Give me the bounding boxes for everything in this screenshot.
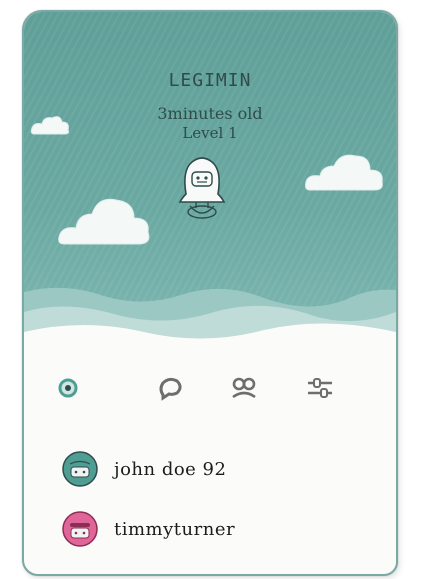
friend-username: john doe 92 xyxy=(114,458,227,480)
avatar-icon xyxy=(62,451,98,487)
friend-row[interactable]: john doe 92 xyxy=(60,448,226,490)
settings-sliders-icon xyxy=(308,378,332,398)
chat-bubble-icon xyxy=(159,377,182,401)
avatar-icon xyxy=(62,511,98,547)
pet-age: 3minutes old xyxy=(157,104,263,123)
pet-level: Level 1 xyxy=(182,124,238,142)
hills-divider xyxy=(24,287,396,362)
home-dot-button[interactable] xyxy=(54,374,82,402)
pet-character-icon[interactable] xyxy=(170,150,234,230)
home-dot-icon xyxy=(58,378,78,398)
group-button[interactable] xyxy=(230,374,258,402)
cloud-large-left xyxy=(58,198,150,245)
settings-button[interactable] xyxy=(306,374,334,402)
cloud-right xyxy=(305,154,383,191)
pet-name: LEGIMIN xyxy=(168,70,252,91)
group-icon xyxy=(232,377,256,399)
friend-row[interactable]: timmyturner xyxy=(60,508,235,550)
friend-username: timmyturner xyxy=(114,518,236,540)
pet-card: LEGIMIN 3minutes old Level 1 john doe 92… xyxy=(22,10,398,576)
chat-button[interactable] xyxy=(156,374,184,402)
